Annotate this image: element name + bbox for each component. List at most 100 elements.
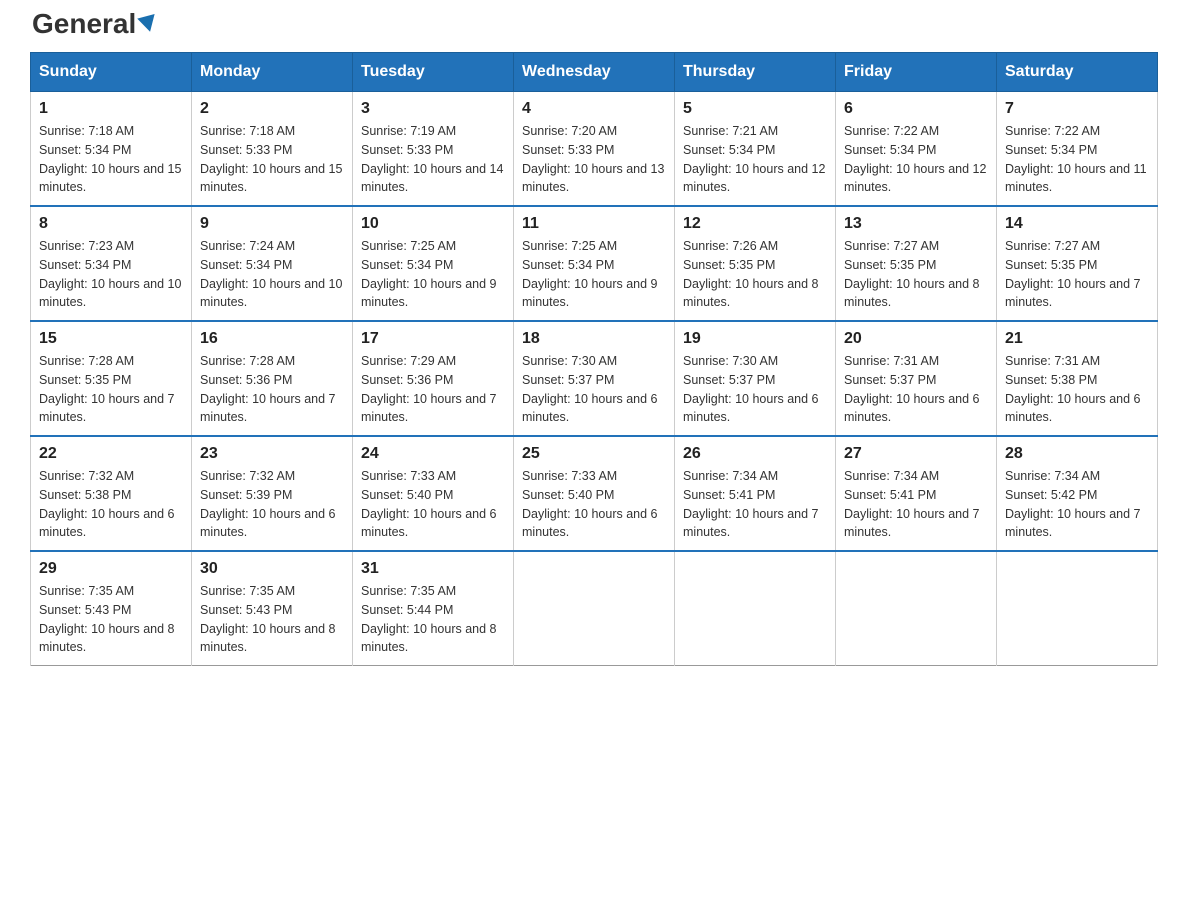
- logo-blue-triangle: [138, 14, 160, 34]
- day-info: Sunrise: 7:27 AM Sunset: 5:35 PM Dayligh…: [844, 237, 988, 312]
- calendar-cell: 24 Sunrise: 7:33 AM Sunset: 5:40 PM Dayl…: [353, 436, 514, 551]
- calendar-cell: 31 Sunrise: 7:35 AM Sunset: 5:44 PM Dayl…: [353, 551, 514, 666]
- day-info: Sunrise: 7:19 AM Sunset: 5:33 PM Dayligh…: [361, 122, 505, 197]
- day-info: Sunrise: 7:34 AM Sunset: 5:41 PM Dayligh…: [844, 467, 988, 542]
- calendar-week-row: 8 Sunrise: 7:23 AM Sunset: 5:34 PM Dayli…: [31, 206, 1158, 321]
- day-number: 31: [361, 560, 505, 578]
- calendar-cell: 20 Sunrise: 7:31 AM Sunset: 5:37 PM Dayl…: [836, 321, 997, 436]
- day-number: 18: [522, 330, 666, 348]
- calendar-week-row: 15 Sunrise: 7:28 AM Sunset: 5:35 PM Dayl…: [31, 321, 1158, 436]
- column-header-tuesday: Tuesday: [353, 53, 514, 92]
- day-info: Sunrise: 7:18 AM Sunset: 5:33 PM Dayligh…: [200, 122, 344, 197]
- day-info: Sunrise: 7:32 AM Sunset: 5:39 PM Dayligh…: [200, 467, 344, 542]
- calendar-cell: 12 Sunrise: 7:26 AM Sunset: 5:35 PM Dayl…: [675, 206, 836, 321]
- day-number: 12: [683, 215, 827, 233]
- calendar-cell: [997, 551, 1158, 666]
- day-info: Sunrise: 7:33 AM Sunset: 5:40 PM Dayligh…: [361, 467, 505, 542]
- day-info: Sunrise: 7:30 AM Sunset: 5:37 PM Dayligh…: [683, 352, 827, 427]
- day-number: 5: [683, 100, 827, 118]
- day-info: Sunrise: 7:20 AM Sunset: 5:33 PM Dayligh…: [522, 122, 666, 197]
- calendar-week-row: 22 Sunrise: 7:32 AM Sunset: 5:38 PM Dayl…: [31, 436, 1158, 551]
- day-info: Sunrise: 7:28 AM Sunset: 5:35 PM Dayligh…: [39, 352, 183, 427]
- calendar-cell: 7 Sunrise: 7:22 AM Sunset: 5:34 PM Dayli…: [997, 92, 1158, 207]
- calendar-cell: 27 Sunrise: 7:34 AM Sunset: 5:41 PM Dayl…: [836, 436, 997, 551]
- calendar-cell: 17 Sunrise: 7:29 AM Sunset: 5:36 PM Dayl…: [353, 321, 514, 436]
- day-info: Sunrise: 7:31 AM Sunset: 5:38 PM Dayligh…: [1005, 352, 1149, 427]
- day-number: 20: [844, 330, 988, 348]
- column-header-wednesday: Wednesday: [514, 53, 675, 92]
- day-number: 14: [1005, 215, 1149, 233]
- calendar-cell: 28 Sunrise: 7:34 AM Sunset: 5:42 PM Dayl…: [997, 436, 1158, 551]
- calendar-cell: 23 Sunrise: 7:32 AM Sunset: 5:39 PM Dayl…: [192, 436, 353, 551]
- day-number: 25: [522, 445, 666, 463]
- calendar-cell: 9 Sunrise: 7:24 AM Sunset: 5:34 PM Dayli…: [192, 206, 353, 321]
- day-number: 15: [39, 330, 183, 348]
- column-header-friday: Friday: [836, 53, 997, 92]
- column-header-thursday: Thursday: [675, 53, 836, 92]
- day-number: 21: [1005, 330, 1149, 348]
- calendar-cell: 2 Sunrise: 7:18 AM Sunset: 5:33 PM Dayli…: [192, 92, 353, 207]
- page-header: General: [30, 20, 1158, 32]
- calendar-cell: 3 Sunrise: 7:19 AM Sunset: 5:33 PM Dayli…: [353, 92, 514, 207]
- calendar-table: SundayMondayTuesdayWednesdayThursdayFrid…: [30, 52, 1158, 666]
- day-info: Sunrise: 7:33 AM Sunset: 5:40 PM Dayligh…: [522, 467, 666, 542]
- calendar-cell: 11 Sunrise: 7:25 AM Sunset: 5:34 PM Dayl…: [514, 206, 675, 321]
- calendar-cell: 18 Sunrise: 7:30 AM Sunset: 5:37 PM Dayl…: [514, 321, 675, 436]
- calendar-week-row: 1 Sunrise: 7:18 AM Sunset: 5:34 PM Dayli…: [31, 92, 1158, 207]
- calendar-cell: 30 Sunrise: 7:35 AM Sunset: 5:43 PM Dayl…: [192, 551, 353, 666]
- day-info: Sunrise: 7:31 AM Sunset: 5:37 PM Dayligh…: [844, 352, 988, 427]
- day-number: 1: [39, 100, 183, 118]
- day-info: Sunrise: 7:34 AM Sunset: 5:42 PM Dayligh…: [1005, 467, 1149, 542]
- calendar-cell: 26 Sunrise: 7:34 AM Sunset: 5:41 PM Dayl…: [675, 436, 836, 551]
- day-info: Sunrise: 7:35 AM Sunset: 5:43 PM Dayligh…: [200, 582, 344, 657]
- logo: General: [30, 20, 160, 32]
- day-info: Sunrise: 7:26 AM Sunset: 5:35 PM Dayligh…: [683, 237, 827, 312]
- day-info: Sunrise: 7:21 AM Sunset: 5:34 PM Dayligh…: [683, 122, 827, 197]
- calendar-cell: 8 Sunrise: 7:23 AM Sunset: 5:34 PM Dayli…: [31, 206, 192, 321]
- day-number: 3: [361, 100, 505, 118]
- day-number: 6: [844, 100, 988, 118]
- day-number: 22: [39, 445, 183, 463]
- calendar-cell: 29 Sunrise: 7:35 AM Sunset: 5:43 PM Dayl…: [31, 551, 192, 666]
- day-info: Sunrise: 7:27 AM Sunset: 5:35 PM Dayligh…: [1005, 237, 1149, 312]
- day-number: 17: [361, 330, 505, 348]
- day-number: 9: [200, 215, 344, 233]
- day-info: Sunrise: 7:22 AM Sunset: 5:34 PM Dayligh…: [844, 122, 988, 197]
- day-number: 7: [1005, 100, 1149, 118]
- calendar-cell: 6 Sunrise: 7:22 AM Sunset: 5:34 PM Dayli…: [836, 92, 997, 207]
- day-number: 19: [683, 330, 827, 348]
- calendar-cell: [836, 551, 997, 666]
- calendar-cell: 15 Sunrise: 7:28 AM Sunset: 5:35 PM Dayl…: [31, 321, 192, 436]
- day-info: Sunrise: 7:35 AM Sunset: 5:44 PM Dayligh…: [361, 582, 505, 657]
- column-header-sunday: Sunday: [31, 53, 192, 92]
- day-number: 26: [683, 445, 827, 463]
- calendar-cell: 19 Sunrise: 7:30 AM Sunset: 5:37 PM Dayl…: [675, 321, 836, 436]
- day-info: Sunrise: 7:22 AM Sunset: 5:34 PM Dayligh…: [1005, 122, 1149, 197]
- day-number: 4: [522, 100, 666, 118]
- logo-general-text2: General: [32, 8, 136, 40]
- calendar-cell: 16 Sunrise: 7:28 AM Sunset: 5:36 PM Dayl…: [192, 321, 353, 436]
- calendar-cell: 1 Sunrise: 7:18 AM Sunset: 5:34 PM Dayli…: [31, 92, 192, 207]
- day-number: 16: [200, 330, 344, 348]
- calendar-cell: [514, 551, 675, 666]
- day-info: Sunrise: 7:35 AM Sunset: 5:43 PM Dayligh…: [39, 582, 183, 657]
- day-info: Sunrise: 7:18 AM Sunset: 5:34 PM Dayligh…: [39, 122, 183, 197]
- day-info: Sunrise: 7:28 AM Sunset: 5:36 PM Dayligh…: [200, 352, 344, 427]
- day-info: Sunrise: 7:25 AM Sunset: 5:34 PM Dayligh…: [522, 237, 666, 312]
- calendar-cell: 21 Sunrise: 7:31 AM Sunset: 5:38 PM Dayl…: [997, 321, 1158, 436]
- calendar-cell: 13 Sunrise: 7:27 AM Sunset: 5:35 PM Dayl…: [836, 206, 997, 321]
- day-info: Sunrise: 7:34 AM Sunset: 5:41 PM Dayligh…: [683, 467, 827, 542]
- calendar-cell: 5 Sunrise: 7:21 AM Sunset: 5:34 PM Dayli…: [675, 92, 836, 207]
- day-number: 13: [844, 215, 988, 233]
- day-info: Sunrise: 7:32 AM Sunset: 5:38 PM Dayligh…: [39, 467, 183, 542]
- day-number: 27: [844, 445, 988, 463]
- day-number: 24: [361, 445, 505, 463]
- day-number: 10: [361, 215, 505, 233]
- calendar-cell: [675, 551, 836, 666]
- day-number: 23: [200, 445, 344, 463]
- calendar-cell: 22 Sunrise: 7:32 AM Sunset: 5:38 PM Dayl…: [31, 436, 192, 551]
- calendar-cell: 10 Sunrise: 7:25 AM Sunset: 5:34 PM Dayl…: [353, 206, 514, 321]
- calendar-header-row: SundayMondayTuesdayWednesdayThursdayFrid…: [31, 53, 1158, 92]
- calendar-cell: 14 Sunrise: 7:27 AM Sunset: 5:35 PM Dayl…: [997, 206, 1158, 321]
- day-number: 28: [1005, 445, 1149, 463]
